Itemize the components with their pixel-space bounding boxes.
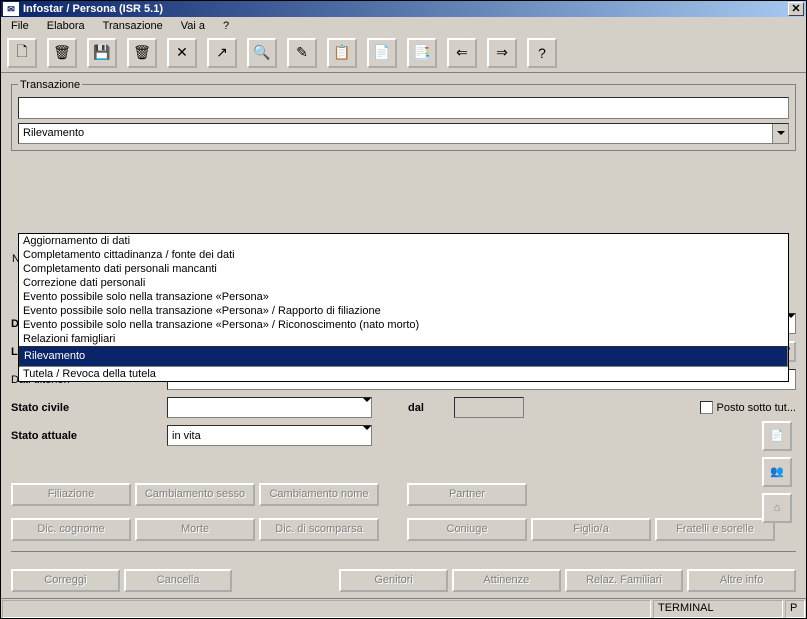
input-dal[interactable] xyxy=(454,397,524,418)
btn-filiazione[interactable]: Filiazione xyxy=(11,483,131,506)
search-icon[interactable]: 🔍 xyxy=(247,38,277,68)
app-icon: ✉ xyxy=(3,2,19,16)
side-home-icon[interactable]: ⌂ xyxy=(762,493,792,523)
btn-relaz--familiari[interactable]: Relaz. Familiari xyxy=(565,569,684,592)
btn-cancella[interactable]: Cancella xyxy=(124,569,233,592)
app-window: ✉ Infostar / Persona (ISR 5.1) ✕ FileEla… xyxy=(0,0,807,619)
doc-icon[interactable]: 📄 xyxy=(367,38,397,68)
btn-dic--di-scomparsa[interactable]: Dic. di scomparsa xyxy=(259,518,379,541)
dropdown-item[interactable]: Rilevamento xyxy=(19,346,788,367)
close-icon[interactable]: ✕ xyxy=(167,38,197,68)
menu-transazione[interactable]: Transazione xyxy=(95,18,171,34)
dropdown-item[interactable]: Correzione dati personali xyxy=(19,276,788,290)
dropdown-item[interactable]: Completamento dati personali mancanti xyxy=(19,262,788,276)
menu-vaia[interactable]: Vai a xyxy=(173,18,213,34)
select-stato-attuale[interactable]: in vita xyxy=(167,425,372,446)
btn-dic--cognome[interactable]: Dic. cognome xyxy=(11,518,131,541)
save-icon[interactable]: 💾 xyxy=(87,38,117,68)
bin2-icon[interactable]: 🗑 xyxy=(127,38,157,68)
select-stato-civile[interactable] xyxy=(167,397,372,418)
new-icon[interactable]: 🗋 xyxy=(7,38,37,68)
menu-file[interactable]: File xyxy=(3,18,37,34)
btn-fratelli-e-sorelle[interactable]: Fratelli e sorelle xyxy=(655,518,775,541)
btn-morte[interactable]: Morte xyxy=(135,518,255,541)
toolbar: 🗋 🗑 💾 🗑 ✕ ↗ 🔍 ✎ 📋 📄 📑 ⇐ ⇒? xyxy=(1,34,806,73)
chevron-down-icon[interactable] xyxy=(772,124,788,143)
transaction-combo-text: Rilevamento xyxy=(19,127,772,139)
chevron-down-icon[interactable] xyxy=(363,402,371,414)
side-doc-icon[interactable]: 📄 xyxy=(762,421,792,451)
fwd-icon[interactable]: ⇒ xyxy=(487,38,517,68)
back-icon[interactable]: ⇐ xyxy=(447,38,477,68)
dropdown-item[interactable]: Evento possibile solo nella transazione … xyxy=(19,318,788,332)
window-title: Infostar / Persona (ISR 5.1) xyxy=(23,3,163,15)
dropdown-item[interactable]: Aggiornamento di dati xyxy=(19,234,788,248)
menu-[interactable]: ? xyxy=(215,18,237,34)
close-button[interactable]: ✕ xyxy=(788,2,804,16)
status-main xyxy=(2,600,651,618)
btn-partner[interactable]: Partner xyxy=(407,483,527,506)
dropdown-item[interactable]: Tutela / Revoca della tutela xyxy=(19,367,788,381)
title-bar: ✉ Infostar / Persona (ISR 5.1) ✕ xyxy=(1,1,806,17)
menu-bar: FileElaboraTransazioneVai a? xyxy=(1,17,806,33)
side-buttons: 📄 👥 ⌂ xyxy=(762,421,792,523)
edit-icon[interactable]: ✎ xyxy=(287,38,317,68)
chevron-down-icon[interactable] xyxy=(363,430,371,442)
btn-correggi[interactable]: Correggi xyxy=(11,569,120,592)
list-icon[interactable]: 📑 xyxy=(407,38,437,68)
side-family-icon[interactable]: 👥 xyxy=(762,457,792,487)
btn-attinenze[interactable]: Attinenze xyxy=(452,569,561,592)
status-bar: TERMINAL P xyxy=(1,598,806,618)
checkbox-box[interactable] xyxy=(700,401,713,414)
status-p: P xyxy=(785,600,805,618)
dropdown-item[interactable]: Relazioni famigliari xyxy=(19,332,788,346)
btn-figlio-a[interactable]: Figlio/a xyxy=(531,518,651,541)
transaction-legend: Transazione xyxy=(18,79,82,91)
btn-coniuge[interactable]: Coniuge xyxy=(407,518,527,541)
export-icon[interactable]: ↗ xyxy=(207,38,237,68)
dropdown-item[interactable]: Evento possibile solo nella transazione … xyxy=(19,290,788,304)
dropdown-item[interactable]: Evento possibile solo nella transazione … xyxy=(19,304,788,318)
copy-icon[interactable]: 📋 xyxy=(327,38,357,68)
label-stato-attuale: Stato attuale xyxy=(11,430,161,442)
trash-icon[interactable]: 🗑 xyxy=(47,38,77,68)
transaction-display xyxy=(18,97,789,119)
transaction-dropdown[interactable]: Aggiornamento di datiCompletamento citta… xyxy=(18,233,789,382)
label-dal: dal xyxy=(408,402,448,414)
transaction-combo[interactable]: Rilevamento xyxy=(18,123,789,144)
menu-elabora[interactable]: Elabora xyxy=(39,18,93,34)
btn-cambiamento-sesso[interactable]: Cambiamento sesso xyxy=(135,483,255,506)
btn-altre-info[interactable]: Altre info xyxy=(687,569,796,592)
btn-cambiamento-nome[interactable]: Cambiamento nome xyxy=(259,483,379,506)
checkbox-label: Posto sotto tut... xyxy=(717,402,797,414)
help-icon[interactable]: ? xyxy=(527,38,557,68)
dropdown-item[interactable]: Completamento cittadinanza / fonte dei d… xyxy=(19,248,788,262)
status-terminal: TERMINAL xyxy=(653,600,783,618)
client-area: Transazione Rilevamento N Aggiornamento … xyxy=(1,73,806,598)
transaction-group: Transazione Rilevamento xyxy=(11,79,796,151)
btn-genitori[interactable]: Genitori xyxy=(339,569,448,592)
checkbox-posto-sotto[interactable]: Posto sotto tut... xyxy=(700,401,797,414)
label-stato-civile: Stato civile xyxy=(11,402,161,414)
